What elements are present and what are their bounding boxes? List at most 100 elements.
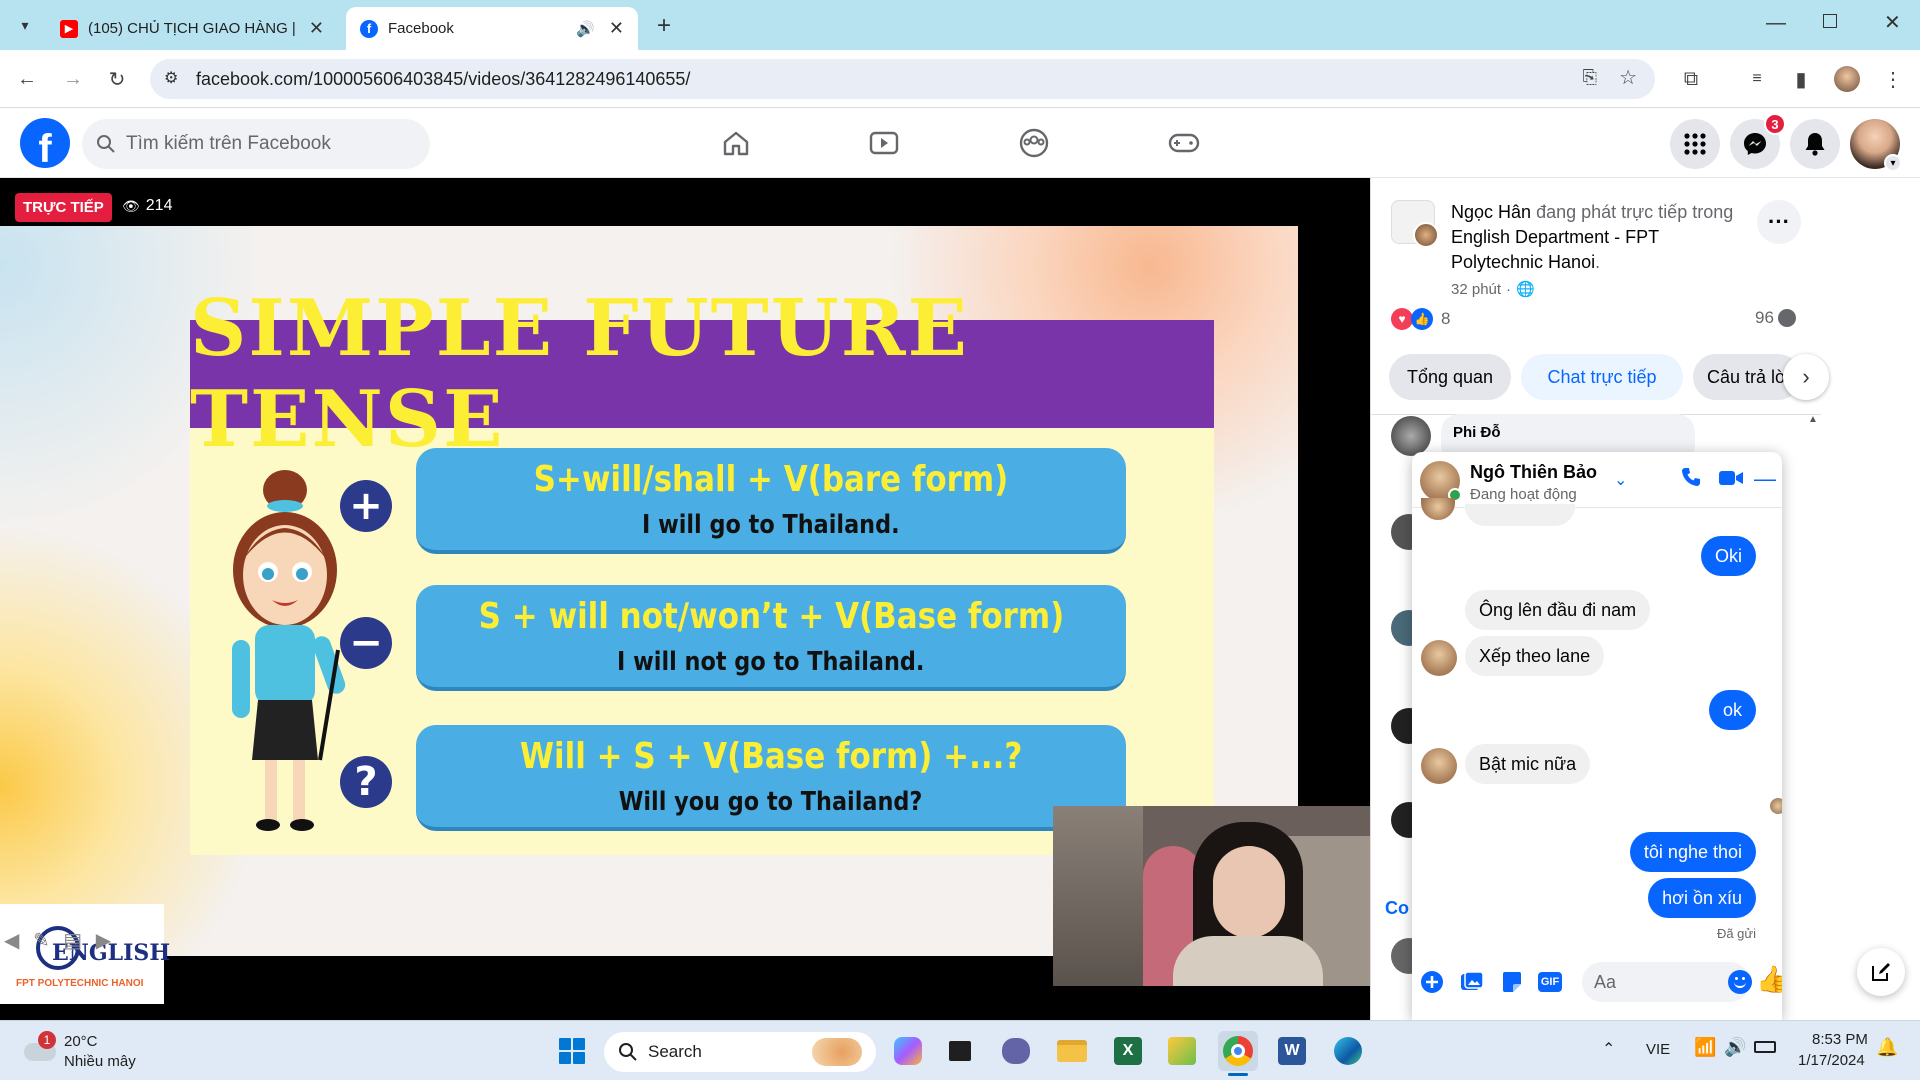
extensions-icon[interactable]: ⧉ xyxy=(1674,62,1708,96)
profile-avatar[interactable] xyxy=(1830,62,1864,96)
close-tab-icon[interactable]: ✕ xyxy=(609,18,624,39)
minimize-icon[interactable]: — xyxy=(1766,12,1786,35)
tab-youtube[interactable]: ▶ (105) CHỦ TỊCH GIAO HÀNG | F ✕ xyxy=(46,7,338,50)
live-video-player[interactable]: SIMPLE FUTURE TENSE + − ? S+will/shall +… xyxy=(0,178,1370,1020)
viewer-number: 214 xyxy=(145,197,173,214)
contact-name[interactable]: Ngô Thiên Bảo xyxy=(1470,462,1597,483)
search-icon xyxy=(619,1043,637,1061)
chat-options-chevron-icon[interactable]: ⌄ xyxy=(1614,470,1627,490)
emoji-icon[interactable] xyxy=(1728,970,1752,994)
task-view-icon[interactable] xyxy=(940,1031,980,1071)
tab-facebook[interactable]: f Facebook 🔊 ✕ xyxy=(346,7,638,50)
commenter-name[interactable]: Phi Đỗ xyxy=(1453,424,1501,441)
speaker-icon[interactable]: 🔊 xyxy=(576,20,595,38)
close-tab-icon[interactable]: ✕ xyxy=(309,18,324,39)
message-sent[interactable]: ok xyxy=(1708,690,1756,730)
video-call-icon[interactable] xyxy=(1718,468,1744,493)
snipping-tool-icon[interactable] xyxy=(1162,1031,1202,1071)
message-sent[interactable]: hơi ồn xíu xyxy=(1648,878,1756,918)
groups-icon[interactable] xyxy=(1014,123,1054,163)
facebook-search-input[interactable]: Tìm kiếm trên Facebook xyxy=(82,119,430,169)
weather-widget[interactable]: 1 20°C Nhiều mây xyxy=(20,1031,160,1071)
new-tab-button[interactable]: + xyxy=(650,12,678,40)
battery-icon[interactable] xyxy=(1754,1041,1776,1053)
tabs-next-button[interactable]: › xyxy=(1783,354,1829,400)
teams-chat-icon[interactable] xyxy=(996,1031,1036,1071)
gif-icon[interactable]: GIF xyxy=(1536,968,1564,996)
comment-avatar[interactable] xyxy=(1391,416,1431,456)
copilot-icon[interactable] xyxy=(888,1031,928,1071)
active-app-indicator xyxy=(1228,1073,1248,1076)
install-app-icon[interactable]: ⎘ xyxy=(1583,67,1597,88)
message-received[interactable]: Xếp theo lane xyxy=(1465,636,1605,676)
more-actions-icon[interactable] xyxy=(1418,968,1446,996)
tab-overview[interactable]: Tổng quan xyxy=(1389,354,1511,400)
comment-count[interactable]: 96 xyxy=(1755,308,1796,328)
facebook-logo[interactable]: f xyxy=(20,118,70,168)
volume-icon[interactable]: 🔊 xyxy=(1724,1037,1746,1058)
send-like-icon[interactable]: 👍 xyxy=(1756,964,1782,995)
side-panel-icon[interactable]: ▮ xyxy=(1784,62,1818,96)
affirmative-formula: S+will/shall + V(bare form) xyxy=(533,458,1009,500)
site-info-icon[interactable]: ⚙ xyxy=(164,68,178,88)
eye-icon: 👁 xyxy=(122,197,140,214)
more-options-button[interactable]: ··· xyxy=(1757,200,1801,244)
file-explorer-icon[interactable] xyxy=(1052,1031,1092,1071)
post-meta: 32 phút · 🌐 xyxy=(1451,280,1535,299)
bookmark-star-icon[interactable]: ☆ xyxy=(1619,65,1637,90)
reactions-summary[interactable]: ♥ 👍 8 xyxy=(1391,308,1450,330)
phone-call-icon[interactable] xyxy=(1680,466,1702,493)
address-bar[interactable]: ⚙ facebook.com/100005606403845/videos/36… xyxy=(150,59,1655,99)
home-icon[interactable] xyxy=(716,123,756,163)
wifi-icon[interactable]: 📶 xyxy=(1694,1037,1716,1058)
author-name[interactable]: Ngọc Hân xyxy=(1451,202,1531,222)
notification-bell-icon[interactable]: 🔔 xyxy=(1876,1037,1898,1058)
taskbar-search-input[interactable]: Search xyxy=(604,1032,876,1072)
input-language[interactable]: VIE xyxy=(1646,1041,1670,1058)
group-name[interactable]: English Department - FPT Polytechnic Han… xyxy=(1451,227,1659,272)
show-hidden-icons[interactable]: ⌃ xyxy=(1602,1039,1615,1059)
word-icon[interactable]: W xyxy=(1272,1031,1312,1071)
message-sent[interactable]: Oki xyxy=(1701,536,1756,576)
watch-icon[interactable] xyxy=(864,123,904,163)
message-input[interactable]: Aa xyxy=(1582,962,1750,1002)
excel-icon[interactable]: X xyxy=(1108,1031,1148,1071)
clock-time[interactable]: 8:53 PM xyxy=(1812,1031,1868,1048)
minimize-chat-icon[interactable]: — xyxy=(1754,466,1776,492)
tab-live-chat[interactable]: Chat trực tiếp xyxy=(1521,354,1683,400)
new-message-button[interactable] xyxy=(1857,948,1905,996)
chat-header[interactable]: Ngô Thiên Bảo Đang hoạt động ⌄ — ✕ xyxy=(1412,452,1782,508)
contact-message-avatar xyxy=(1421,748,1457,784)
gaming-icon[interactable] xyxy=(1164,123,1204,163)
forward-icon[interactable]: → xyxy=(56,62,90,96)
post-time[interactable]: 32 phút xyxy=(1451,281,1501,298)
tab-search-dropdown[interactable]: ▾ xyxy=(10,10,40,40)
edge-icon[interactable] xyxy=(1328,1031,1368,1071)
menu-grid-icon[interactable] xyxy=(1670,119,1720,169)
notifications-button[interactable] xyxy=(1790,119,1840,169)
panel-scrollbar[interactable]: ▲ xyxy=(1807,414,1819,1014)
like-reaction-icon: 👍 xyxy=(1411,308,1433,330)
message-sent[interactable]: tôi nghe thoi xyxy=(1629,832,1756,872)
player-nav-controls[interactable]: ◀ ✎ ▤ ▶ xyxy=(4,928,115,953)
negative-example: I will not go to Thailand. xyxy=(617,646,925,677)
clock-date[interactable]: 1/17/2024 xyxy=(1798,1052,1865,1069)
message-received[interactable]: Bật mic nữa xyxy=(1465,744,1591,784)
media-control-icon[interactable]: ≡ xyxy=(1740,62,1774,96)
author-avatar[interactable] xyxy=(1413,222,1439,248)
sticker-icon[interactable] xyxy=(1498,968,1526,996)
account-chevron-icon[interactable]: ▾ xyxy=(1884,154,1902,172)
message-received[interactable]: Ông lên đầu đi nam xyxy=(1465,590,1651,630)
messenger-icon xyxy=(1744,133,1766,155)
back-icon[interactable]: ← xyxy=(10,62,44,96)
close-window-icon[interactable]: ✕ xyxy=(1884,10,1901,35)
windows-start-icon[interactable] xyxy=(552,1031,592,1071)
chrome-menu-icon[interactable]: ⋮ xyxy=(1876,62,1910,96)
maximize-icon[interactable] xyxy=(1823,14,1837,28)
messenger-button[interactable]: 3 xyxy=(1730,113,1786,169)
chrome-icon[interactable] xyxy=(1218,1031,1258,1071)
affirmative-row: S+will/shall + V(bare form) I will go to… xyxy=(416,448,1126,554)
reload-icon[interactable]: ↻ xyxy=(100,62,134,96)
attach-image-icon[interactable] xyxy=(1458,968,1486,996)
compose-icon xyxy=(1872,963,1890,981)
